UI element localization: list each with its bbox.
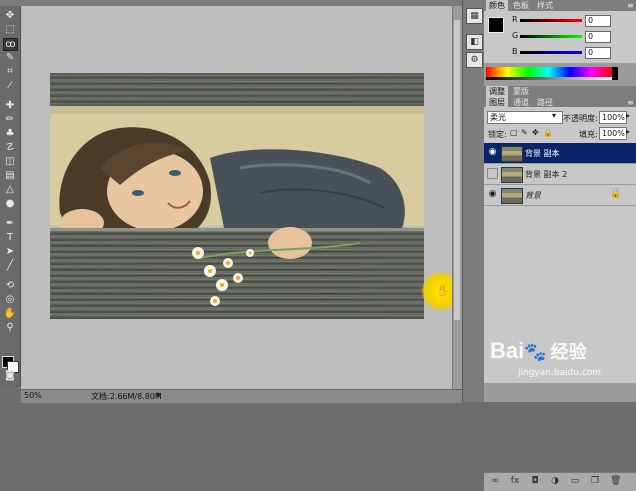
black-sample[interactable]: [612, 67, 618, 80]
chevron-down-icon: ▾: [552, 111, 557, 120]
hand-cursor-icon: ✋: [436, 284, 450, 297]
layer-thumbnail: [501, 167, 523, 183]
link-layers-icon[interactable]: ∞: [490, 476, 500, 487]
type-tool-icon[interactable]: T: [3, 232, 17, 244]
lock-position-icon[interactable]: ✥: [532, 128, 539, 137]
hand-tool-icon[interactable]: ✋: [3, 308, 17, 320]
marquee-tool-icon[interactable]: ⬚: [3, 24, 17, 36]
status-bar: 50% 文档:2.66M/8.80M ▸: [21, 389, 462, 403]
r-value[interactable]: 0: [585, 15, 611, 27]
status-arrow-icon[interactable]: ▸: [157, 390, 162, 400]
color-panel: R 0 G 0 B 0: [484, 11, 636, 63]
fill-label: 填充:: [579, 130, 598, 139]
history-brush-tool-icon[interactable]: ☡: [3, 142, 17, 154]
opacity-arrow-icon[interactable]: ▸: [626, 111, 630, 120]
r-slider[interactable]: [520, 19, 582, 22]
grayscale-bar[interactable]: [486, 77, 612, 80]
eyedropper-tool-icon[interactable]: ⁄: [3, 80, 17, 92]
opacity-label: 不透明度:: [563, 114, 598, 123]
color-panel-tabs: 颜色 色板 样式 ≡: [484, 0, 636, 11]
r-label: R: [512, 15, 518, 24]
new-group-icon[interactable]: ▭: [570, 476, 580, 487]
tab-masks[interactable]: 蒙版: [510, 86, 532, 97]
watermark-brand: Bai: [490, 338, 525, 363]
move-tool-icon[interactable]: ✥: [3, 10, 17, 22]
layer-thumbnail: [501, 146, 523, 162]
lock-label: 锁定:: [488, 130, 507, 139]
tool-presets-panel-icon[interactable]: ⚙: [466, 52, 483, 68]
b-label: B: [512, 47, 518, 56]
add-mask-icon[interactable]: ◘: [530, 476, 540, 487]
gradient-tool-icon[interactable]: ▤: [3, 170, 17, 182]
paw-icon: 🐾: [524, 342, 547, 362]
layer-row[interactable]: 背景 副本 2: [484, 164, 636, 185]
crop-tool-icon[interactable]: ⌗: [3, 66, 17, 78]
collapsed-panel-dock: ▦ ◧ ⚙: [462, 0, 485, 402]
vertical-scroll-thumb[interactable]: [454, 20, 460, 320]
actions-panel-icon[interactable]: ◧: [466, 34, 483, 50]
lock-image-icon[interactable]: ✎: [521, 128, 528, 137]
document-size: 文档:2.66M/8.80M: [91, 392, 162, 401]
b-slider[interactable]: [520, 51, 582, 54]
zoom-level[interactable]: 50%: [24, 391, 42, 400]
shape-tool-icon[interactable]: ╱: [3, 260, 17, 272]
fill-input[interactable]: 100%: [599, 127, 627, 140]
watermark-site: jingyan.baidu.com: [518, 368, 602, 378]
healing-brush-tool-icon[interactable]: ✚: [3, 100, 17, 112]
layer-row[interactable]: ◉ 背景 🔒: [484, 185, 636, 206]
layer-row[interactable]: ◉ 背景 副本: [484, 143, 636, 164]
clone-stamp-tool-icon[interactable]: ♣: [3, 128, 17, 140]
layer-thumbnail: [501, 188, 523, 204]
quick-select-tool-icon[interactable]: ✎: [3, 52, 17, 64]
tab-adjustments[interactable]: 调整: [486, 86, 508, 97]
tab-styles[interactable]: 样式: [534, 0, 556, 11]
dodge-tool-icon[interactable]: ●: [3, 198, 17, 210]
layer-name: 背景: [525, 191, 541, 200]
lock-transparent-icon[interactable]: ▢: [510, 128, 518, 137]
fill-arrow-icon[interactable]: ▸: [626, 127, 630, 136]
pen-tool-icon[interactable]: ✒: [3, 218, 17, 230]
layer-name: 背景 副本: [525, 149, 560, 158]
lasso-tool-icon[interactable]: ꝏ: [3, 38, 18, 51]
layers-bottom-toolbar: ∞ fx ◘ ◑ ▭ ❐ 🗑: [484, 472, 636, 491]
new-layer-icon[interactable]: ❐: [590, 476, 600, 487]
tools-panel: ✥ ⬚ ꝏ ✎ ⌗ ⁄ ✚ ✏ ♣ ☡ ◫ ▤ △ ● ✒ T ➤ ╱ ⟲ ◎ …: [0, 6, 21, 386]
g-slider[interactable]: [520, 35, 582, 38]
panel-menu-icon[interactable]: ≡: [624, 0, 636, 11]
opacity-input[interactable]: 100%: [599, 111, 627, 124]
layer-name: 背景 副本 2: [525, 170, 568, 179]
history-panel-icon[interactable]: ▦: [466, 8, 483, 24]
eraser-tool-icon[interactable]: ◫: [3, 156, 17, 168]
document-canvas-area[interactable]: [21, 6, 452, 389]
eye-icon[interactable]: ◉: [487, 189, 498, 200]
eye-icon[interactable]: ◉: [487, 147, 498, 158]
delete-layer-icon[interactable]: 🗑: [610, 476, 621, 487]
color-spectrum-bar[interactable]: [486, 67, 612, 77]
quick-mask-icon[interactable]: ◙: [3, 370, 17, 382]
zoom-tool-icon[interactable]: ⚲: [3, 322, 17, 334]
adjustment-layer-icon[interactable]: ◑: [550, 476, 560, 487]
watermark-brand2: 经验: [550, 342, 587, 362]
tab-color[interactable]: 颜色: [486, 0, 508, 11]
baidu-jingyan-watermark: Bai🐾 经验 jingyan.baidu.com: [488, 332, 628, 392]
eye-off-icon[interactable]: [487, 168, 498, 179]
photo-canvas[interactable]: [50, 73, 424, 319]
lock-icon: 🔒: [610, 189, 622, 199]
adjustments-panel-tabs: 调整 蒙版: [484, 86, 636, 97]
layer-style-icon[interactable]: fx: [510, 476, 520, 487]
lock-all-icon[interactable]: 🔒: [543, 128, 553, 137]
g-label: G: [512, 31, 519, 40]
3d-orbit-tool-icon[interactable]: ◎: [3, 294, 17, 306]
b-value[interactable]: 0: [585, 47, 611, 59]
brush-tool-icon[interactable]: ✏: [3, 114, 17, 126]
3d-rotate-tool-icon[interactable]: ⟲: [3, 280, 17, 292]
path-selection-tool-icon[interactable]: ➤: [3, 246, 17, 258]
tab-swatches[interactable]: 色板: [510, 0, 532, 11]
blur-tool-icon[interactable]: △: [3, 184, 17, 196]
panel-foreground-swatch[interactable]: [488, 17, 504, 33]
g-value[interactable]: 0: [585, 31, 611, 43]
